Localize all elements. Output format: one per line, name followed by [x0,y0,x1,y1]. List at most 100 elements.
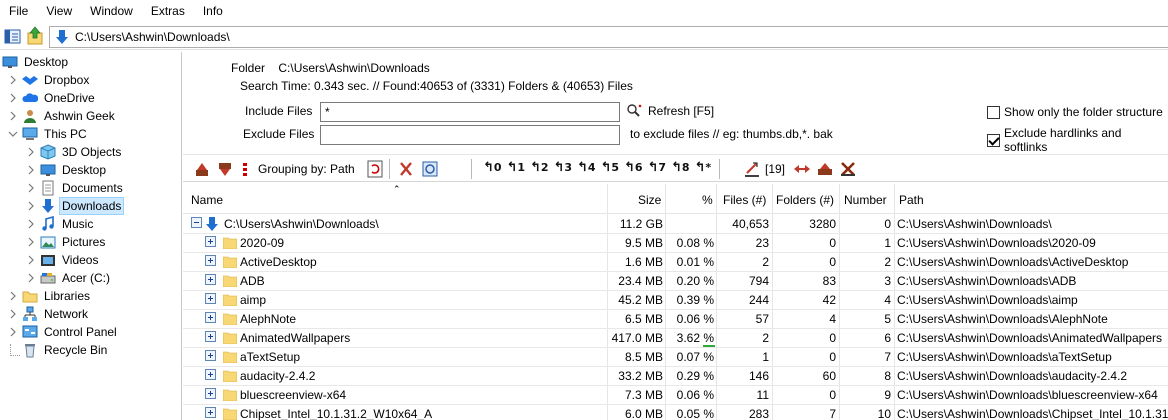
chevron-right-icon[interactable] [8,327,18,337]
table-row[interactable]: bluescreenview-x64 7.3 MB 0.06 % 11 0 9 C:\Use… [183,386,1168,405]
table-row[interactable]: ADB 23.4 MB 0.20 % 794 83 3 C:\Users\Ashwin\Do… [183,272,1168,291]
expand-icon[interactable] [205,312,216,323]
expand-icon[interactable] [205,236,216,247]
level-6-button[interactable]: ↰6 [624,160,643,175]
checkbox-box[interactable] [987,133,1000,147]
exclude-links-checkbox[interactable]: Exclude hardlinks and softlinks [987,126,1168,154]
tree-item-control-panel[interactable]: Control Panel [22,323,119,341]
expand-icon[interactable] [205,369,216,380]
col-files[interactable]: Files (#) [723,193,766,207]
drive-up-icon[interactable] [816,160,834,178]
tree-item-ashwin-geek[interactable]: Ashwin Geek [22,107,117,125]
chevron-right-icon[interactable] [26,147,36,157]
chevron-right-icon[interactable] [8,111,18,121]
expand-icon[interactable] [205,350,216,361]
tree-item-recycle-bin[interactable]: Recycle Bin [22,341,109,359]
cancel-tool-icon[interactable] [839,160,857,178]
folder-icon [223,275,237,287]
col-size[interactable]: Size [638,193,661,207]
folder-up-icon[interactable] [26,26,44,46]
level-8-button[interactable]: ↰8 [671,160,690,175]
tree-item-this-pc[interactable]: This PC [22,125,89,143]
sort-up-icon[interactable] [193,160,211,178]
address-field[interactable]: C:\Users\Ashwin\Downloads\ [49,26,1168,48]
chevron-right-icon[interactable] [26,201,36,211]
col-folders[interactable]: Folders (#) [776,193,834,207]
tree-item-network[interactable]: Network [22,305,90,323]
chevron-right-icon[interactable] [8,75,18,85]
expand-icon[interactable] [205,274,216,285]
tree-item-downloads[interactable]: Downloads [40,197,125,215]
expand-icon[interactable] [205,293,216,304]
only-folder-structure-checkbox[interactable]: Show only the folder structure [987,105,1163,119]
tree-item-music[interactable]: Music [40,215,95,233]
delete-icon[interactable] [398,160,414,178]
table-row[interactable]: C:\Users\Ashwin\Downloads\ 11.2 GB 40,653 3… [183,215,1168,234]
sort-down-icon[interactable] [216,160,234,178]
level-4-button[interactable]: ↰4 [577,160,596,175]
count-button[interactable]: [19] [743,160,785,178]
properties-icon[interactable] [421,160,439,178]
chevron-right-icon[interactable] [26,183,36,193]
level-3-button[interactable]: ↰3 [554,160,573,175]
level-all-button[interactable]: ↰* [695,160,712,175]
chevron-right-icon[interactable] [26,219,36,229]
tree-item-onedrive[interactable]: OneDrive [22,89,97,107]
level-1-button[interactable]: ↰1 [507,160,526,175]
table-row[interactable]: 2020-09 9.5 MB 0.08 % 23 0 1 C:\Users\Ashwin\D… [183,234,1168,253]
menu-extras[interactable]: Extras [141,0,193,22]
tree-item-desktop[interactable]: Desktop [40,161,108,179]
table-row[interactable]: aTextSetup 8.5 MB 0.07 % 1 0 7 C:\Users\Ashwin… [183,348,1168,367]
tree-item-desktop[interactable]: Desktop [2,53,70,71]
chevron-right-icon[interactable] [8,93,18,103]
col-path[interactable]: Path [899,193,924,207]
exclude-files-input[interactable] [320,125,620,145]
expand-collapse-icon[interactable] [793,160,811,178]
chevron-right-icon[interactable] [26,273,36,283]
expand-icon[interactable] [205,331,216,342]
col-percent[interactable]: % [702,193,713,207]
chevron-right-icon[interactable] [26,237,36,247]
table-row[interactable]: AnimatedWallpapers 417.0 MB 3.62 % 2 0 6 C:\Us… [183,329,1168,348]
table-row[interactable]: AlephNote 6.5 MB 0.06 % 57 4 5 C:\Users\Ashwin… [183,310,1168,329]
expand-icon[interactable] [205,255,216,266]
tree-item-libraries[interactable]: Libraries [22,287,92,305]
group-refresh-icon[interactable] [367,160,383,178]
folder-tree[interactable]: Desktop Dropbox OneDrive Ashwin Geek This PC… [0,52,182,420]
checkbox-box[interactable] [987,105,1000,119]
table-row[interactable]: ActiveDesktop 1.6 MB 0.01 % 2 0 2 C:\Users\Ash… [183,253,1168,272]
menu-window[interactable]: Window [80,0,141,22]
col-number[interactable]: Number [844,193,887,207]
level-7-button[interactable]: ↰7 [648,160,667,175]
table-row[interactable]: audacity-2.4.2 33.2 MB 0.29 % 146 60 8 C:\User… [183,367,1168,386]
tree-item-pictures[interactable]: Pictures [40,233,107,251]
tree-item-dropbox[interactable]: Dropbox [22,71,91,89]
tree-toggle-icon[interactable] [4,28,21,45]
results-table[interactable]: Name ⌃ Size % Files (#) Folders (#) Numb… [183,184,1168,420]
level-2-button[interactable]: ↰2 [530,160,549,175]
chevron-down-icon[interactable] [8,129,18,139]
level-5-button[interactable]: ↰5 [601,160,620,175]
table-row[interactable]: Chipset_Intel_10.1.31.2_W10x64_A 6.0 MB 0.… [183,405,1168,420]
folder-icon [22,291,38,303]
menu-view[interactable]: View [36,0,80,22]
tree-item-videos[interactable]: Videos [40,251,100,269]
refresh-button[interactable]: Refresh [F5] [626,103,714,119]
menu-info[interactable]: Info [193,0,231,22]
menu-file[interactable]: File [0,0,36,22]
collapse-icon[interactable] [191,217,202,228]
expand-icon[interactable] [205,388,216,399]
chevron-right-icon[interactable] [8,291,18,301]
chevron-right-icon[interactable] [26,255,36,265]
level-0-button[interactable]: ↰0 [483,160,502,175]
expand-icon[interactable] [205,407,216,418]
col-name[interactable]: Name [191,193,223,207]
chevron-right-icon[interactable] [26,165,36,175]
tree-item-3d-objects[interactable]: 3D Objects [40,143,123,161]
include-files-input[interactable] [320,102,620,122]
tree-item-acer-c[interactable]: Acer (C:) [40,269,112,287]
table-row[interactable]: aimp 45.2 MB 0.39 % 244 42 4 C:\Users\Ashwin\D… [183,291,1168,310]
tree-item-documents[interactable]: Documents [40,179,125,197]
chevron-right-icon[interactable] [8,309,18,319]
grouping-button[interactable]: Grouping by: Path [240,160,355,178]
